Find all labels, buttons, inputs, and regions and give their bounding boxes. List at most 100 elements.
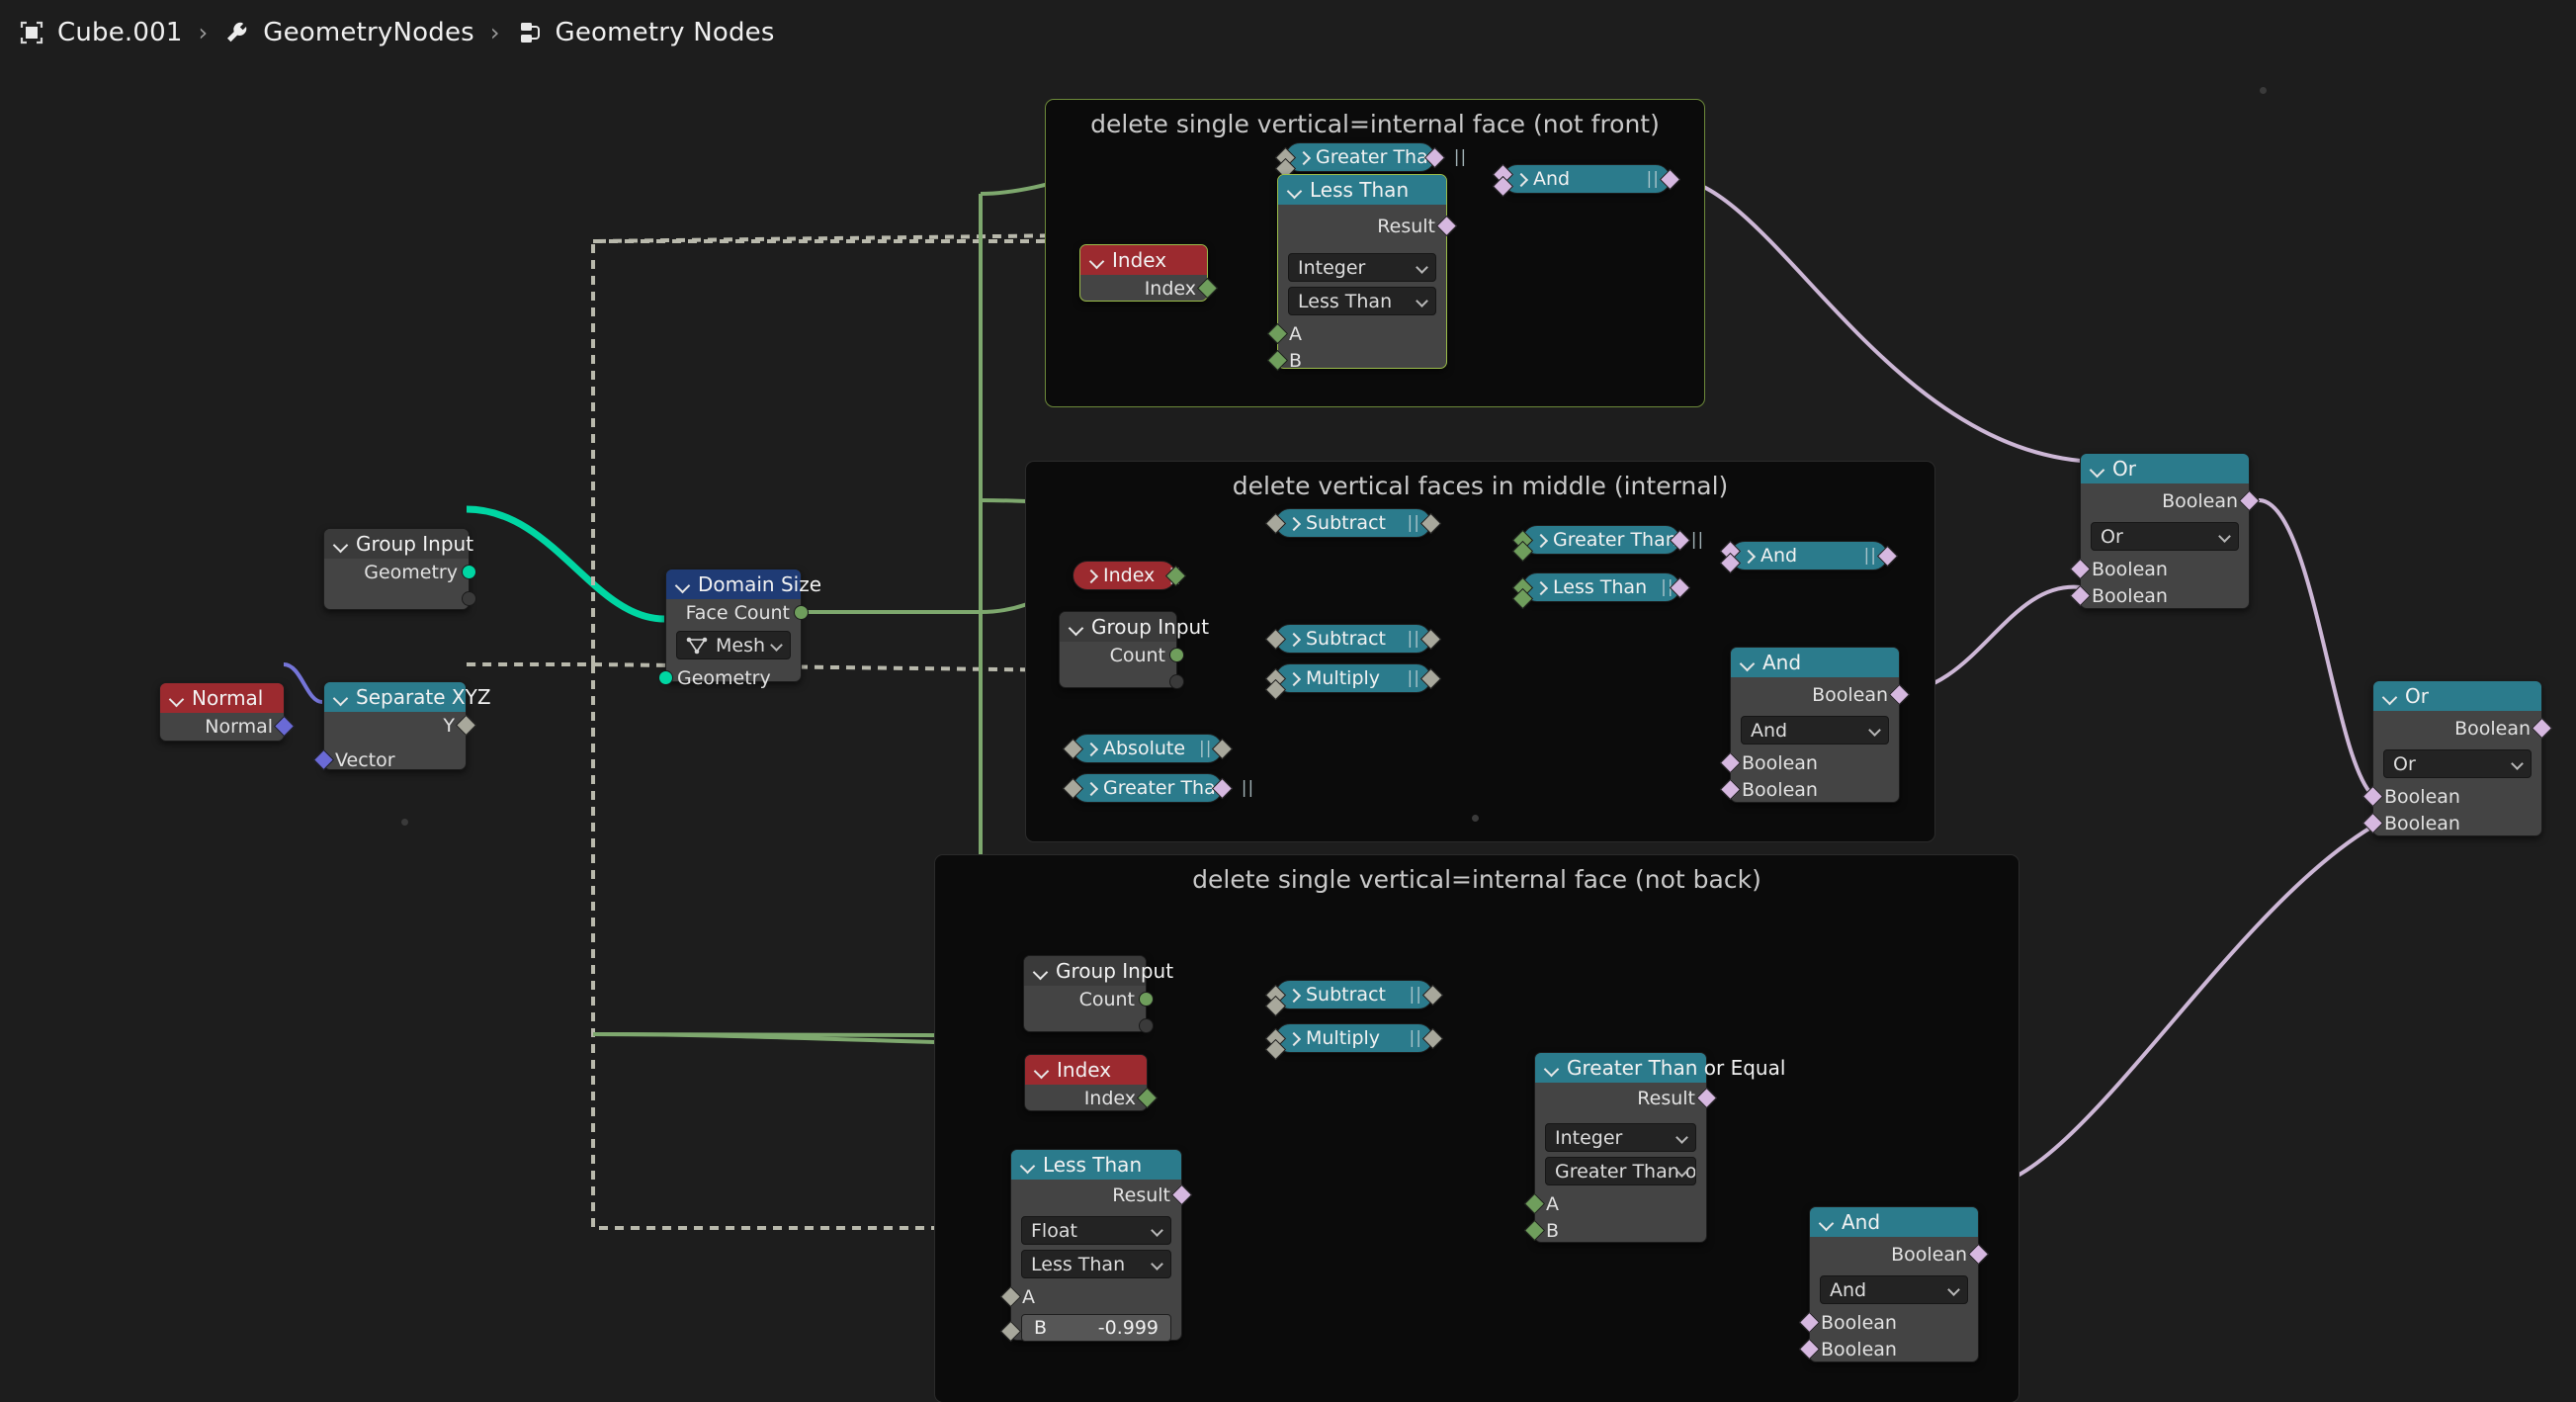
node-domain-size[interactable]: Domain Size Face Count Mesh Geometry bbox=[658, 569, 821, 689]
b-value-field[interactable]: B -0.999 bbox=[1021, 1314, 1171, 1342]
chevron-down-icon[interactable] bbox=[1820, 1216, 1833, 1229]
chevron-down-icon[interactable] bbox=[1035, 1064, 1048, 1077]
node-and-middle-collapsed[interactable]: And || bbox=[1719, 540, 1899, 574]
node-multiply-middle[interactable]: Multiply || bbox=[1264, 663, 1442, 701]
operation-dropdown[interactable]: Less Than bbox=[1021, 1250, 1171, 1278]
node-and-middle[interactable]: And Boolean And Boolean Boolean bbox=[1719, 647, 1911, 803]
chevron-down-icon[interactable] bbox=[1288, 184, 1301, 197]
breadcrumb-item-modifier[interactable]: GeometryNodes bbox=[223, 18, 474, 47]
chevron-down-icon[interactable] bbox=[2383, 690, 2396, 703]
node-header[interactable]: Normal bbox=[160, 683, 284, 713]
node-header[interactable]: Less Than bbox=[1278, 175, 1446, 205]
data-type-dropdown[interactable]: Integer bbox=[1545, 1123, 1696, 1152]
chevron-right-icon[interactable] bbox=[1288, 673, 1299, 684]
socket-boolean-in-1[interactable] bbox=[2361, 785, 2384, 808]
node-and-bottom[interactable]: And Boolean And Boolean Boolean bbox=[1798, 1206, 1990, 1362]
node-absolute-middle[interactable]: Absolute || bbox=[1062, 734, 1234, 763]
chevron-down-icon[interactable] bbox=[1034, 965, 1047, 978]
node-subtract-middle-1[interactable]: Subtract || bbox=[1264, 508, 1442, 538]
node-greater-than-middle-2[interactable]: Greater Than || bbox=[1062, 773, 1253, 803]
data-type-dropdown[interactable]: Float bbox=[1021, 1216, 1171, 1245]
node-multiply-bottom[interactable]: Multiply || bbox=[1264, 1023, 1444, 1061]
node-subtract-bottom[interactable]: Subtract || bbox=[1264, 980, 1444, 1017]
chevron-down-icon[interactable] bbox=[676, 578, 689, 591]
chevron-down-icon[interactable] bbox=[1741, 657, 1754, 669]
chevron-right-icon[interactable] bbox=[1085, 570, 1096, 581]
breadcrumb-item-object[interactable]: Cube.001 bbox=[18, 18, 183, 47]
socket-virtual-out[interactable] bbox=[1169, 674, 1184, 689]
chevron-down-icon[interactable] bbox=[2091, 463, 2104, 476]
chevron-right-icon[interactable] bbox=[1535, 582, 1546, 593]
socket-face-count-out[interactable] bbox=[794, 605, 809, 620]
operation-dropdown[interactable]: Greater Than or E... bbox=[1545, 1157, 1696, 1185]
node-less-than-top[interactable]: Less Than Result Integer Less Than A B bbox=[1266, 174, 1458, 372]
operation-dropdown[interactable]: Or bbox=[2091, 522, 2239, 551]
chevron-right-icon[interactable] bbox=[1085, 783, 1096, 794]
socket-vector-in[interactable] bbox=[312, 748, 335, 771]
node-or-right[interactable]: Or Boolean Or Boolean Boolean bbox=[2361, 680, 2553, 836]
node-or-top[interactable]: Or Boolean Or Boolean Boolean bbox=[2069, 453, 2261, 609]
node-header[interactable]: Separate XYZ bbox=[324, 682, 491, 712]
node-header[interactable]: Index bbox=[1080, 245, 1207, 275]
node-separate-xyz[interactable]: Separate XYZ Y Vector bbox=[312, 681, 491, 771]
node-header[interactable]: Domain Size bbox=[666, 570, 821, 599]
socket-y-out[interactable] bbox=[455, 714, 477, 737]
node-index-middle[interactable]: Index || bbox=[1073, 561, 1187, 590]
socket-virtual-out[interactable] bbox=[462, 591, 476, 606]
socket-boolean-out[interactable] bbox=[2238, 489, 2261, 512]
operation-dropdown[interactable]: And bbox=[1820, 1275, 1968, 1304]
socket-count-out[interactable] bbox=[1139, 992, 1154, 1007]
chevron-right-icon[interactable] bbox=[1535, 535, 1546, 546]
breadcrumb-item-nodetree[interactable]: Geometry Nodes bbox=[516, 18, 775, 47]
chevron-down-icon[interactable] bbox=[334, 538, 347, 551]
node-header[interactable]: And bbox=[1810, 1207, 1978, 1237]
node-index-bottom[interactable]: Index Index bbox=[1024, 1054, 1159, 1111]
chevron-down-icon[interactable] bbox=[1021, 1159, 1034, 1172]
component-dropdown[interactable]: Mesh bbox=[676, 631, 791, 659]
socket-boolean-out[interactable] bbox=[2531, 717, 2553, 740]
node-greater-than-top[interactable]: Greater Than || bbox=[1274, 142, 1466, 180]
node-header[interactable]: Group Input bbox=[324, 529, 473, 559]
node-header[interactable]: And bbox=[1731, 648, 1899, 677]
node-editor-canvas[interactable]: .w { fill:none; stroke-width:4; } .wg { … bbox=[0, 65, 2576, 1402]
chevron-right-icon[interactable] bbox=[1743, 551, 1754, 562]
operation-dropdown[interactable]: And bbox=[1741, 716, 1889, 745]
node-index-top[interactable]: Index Index bbox=[1079, 244, 1219, 302]
data-type-dropdown[interactable]: Integer bbox=[1288, 253, 1436, 282]
node-less-than-bottom[interactable]: Less Than Result Float Less Than A B -0.… bbox=[999, 1149, 1193, 1343]
node-header[interactable]: Less Than bbox=[1011, 1150, 1181, 1180]
node-header[interactable]: Greater Than or Equal bbox=[1535, 1053, 1785, 1083]
chevron-right-icon[interactable] bbox=[1085, 744, 1096, 754]
socket-boolean-in-2[interactable] bbox=[2361, 812, 2384, 834]
node-greater-than-or-equal-bottom[interactable]: Greater Than or Equal Result Integer Gre… bbox=[1523, 1052, 1785, 1243]
node-header[interactable]: Or bbox=[2081, 454, 2249, 483]
node-header[interactable]: Group Input bbox=[1024, 956, 1173, 986]
node-header[interactable]: Or bbox=[2373, 681, 2541, 711]
node-group-input-bottom[interactable]: Group Input Count bbox=[1023, 955, 1173, 1033]
chevron-down-icon[interactable] bbox=[1070, 621, 1082, 634]
operation-dropdown[interactable]: Less Than bbox=[1288, 287, 1436, 315]
node-group-input-geometry[interactable]: Group Input Geometry bbox=[323, 528, 476, 610]
chevron-right-icon[interactable] bbox=[1288, 1033, 1299, 1044]
chevron-down-icon[interactable] bbox=[170, 692, 183, 705]
node-greater-than-middle[interactable]: Greater Than || bbox=[1511, 525, 1703, 563]
socket-boolean-in-2[interactable] bbox=[2069, 584, 2092, 607]
node-normal[interactable]: Normal Normal bbox=[159, 682, 296, 742]
node-header[interactable]: Index bbox=[1025, 1055, 1147, 1085]
chevron-down-icon[interactable] bbox=[334, 691, 347, 704]
socket-geometry-out[interactable] bbox=[462, 565, 476, 579]
socket-normal-out[interactable] bbox=[273, 715, 296, 738]
chevron-right-icon[interactable] bbox=[1288, 990, 1299, 1001]
chevron-right-icon[interactable] bbox=[1515, 174, 1526, 185]
socket-boolean-in-1[interactable] bbox=[2069, 558, 2092, 580]
socket-count-out[interactable] bbox=[1169, 648, 1184, 662]
chevron-down-icon[interactable] bbox=[1545, 1062, 1558, 1075]
socket-geometry-in[interactable] bbox=[658, 670, 673, 685]
operation-dropdown[interactable]: Or bbox=[2383, 749, 2532, 778]
node-less-than-middle[interactable]: Less Than || bbox=[1511, 572, 1691, 610]
socket-virtual-out[interactable] bbox=[1139, 1018, 1154, 1033]
chevron-right-icon[interactable] bbox=[1298, 152, 1309, 163]
chevron-right-icon[interactable] bbox=[1288, 634, 1299, 645]
node-subtract-middle-2[interactable]: Subtract || bbox=[1264, 624, 1442, 654]
node-header[interactable]: Group Input bbox=[1060, 612, 1209, 642]
